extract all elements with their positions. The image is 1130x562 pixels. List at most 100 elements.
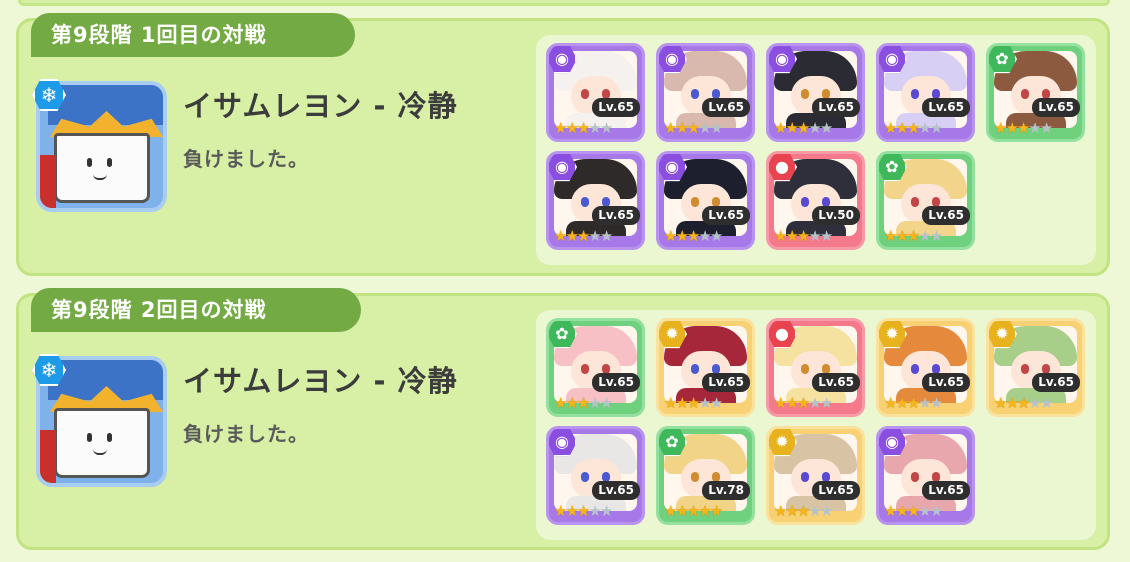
- star-icon: ★: [929, 394, 944, 412]
- unit-card[interactable]: ● Lv.50 ★★★★★: [766, 151, 865, 250]
- star-icon: ★: [895, 502, 909, 520]
- star-icon: ★: [698, 227, 712, 245]
- unit-card[interactable]: ✹ Lv.65 ★★★★★: [986, 318, 1085, 417]
- star-icon: ★: [774, 394, 788, 412]
- star-icon: ★: [698, 502, 712, 520]
- battle-result: 負けました。: [183, 147, 309, 171]
- unit-card[interactable]: ● Lv.65 ★★★★★: [766, 318, 865, 417]
- star-icon: ★: [554, 227, 568, 245]
- star-icon: ★: [906, 227, 921, 245]
- unit-card[interactable]: ✿ Lv.65 ★★★★★: [986, 43, 1085, 142]
- unit-card[interactable]: ✿ Lv.78 ★★★★★: [656, 426, 755, 525]
- star-icon: ★: [796, 502, 811, 520]
- unit-card[interactable]: ✹ Lv.65 ★★★★★: [766, 426, 865, 525]
- unit-card[interactable]: ◉ Lv.65 ★★★★★: [546, 43, 645, 142]
- star-icon: ★: [709, 227, 724, 245]
- star-icon: ★: [576, 394, 591, 412]
- star-icon: ★: [884, 119, 898, 137]
- star-rating: ★★★★★: [774, 227, 834, 245]
- unit-card[interactable]: ✹ Lv.65 ★★★★★: [876, 318, 975, 417]
- star-icon: ★: [808, 227, 822, 245]
- star-icon: ★: [884, 394, 898, 412]
- team-panel: ◉ Lv.65 ★★★★★ ◉ Lv.65 ★★★★★ ◉ Lv.65 ★★★★★ ◉ Lv.65 ★…: [536, 35, 1096, 265]
- star-icon: ★: [808, 119, 822, 137]
- star-icon: ★: [664, 394, 678, 412]
- star-icon: ★: [785, 394, 799, 412]
- star-icon: ★: [1039, 394, 1054, 412]
- unit-level: Lv.65: [812, 481, 860, 500]
- unit-level: Lv.65: [812, 98, 860, 117]
- unit-level: Lv.65: [592, 206, 640, 225]
- star-icon: ★: [599, 394, 614, 412]
- star-rating: ★★★★★: [664, 394, 723, 412]
- unit-card[interactable]: ◉ Lv.65 ★★★★★: [766, 43, 865, 142]
- star-icon: ★: [819, 227, 834, 245]
- star-icon: ★: [785, 119, 799, 137]
- unit-card[interactable]: ✿ Lv.65 ★★★★★: [876, 151, 975, 250]
- unit-level: Lv.65: [922, 98, 970, 117]
- star-icon: ★: [698, 394, 712, 412]
- star-rating: ★★★★★: [884, 502, 943, 520]
- star-icon: ★: [906, 119, 921, 137]
- star-icon: ★: [1028, 394, 1042, 412]
- star-icon: ★: [664, 502, 678, 520]
- star-icon: ★: [884, 227, 898, 245]
- unit-level: Lv.65: [592, 373, 640, 392]
- star-icon: ★: [686, 502, 701, 520]
- unit-card[interactable]: ✹ Lv.65 ★★★★★: [656, 318, 755, 417]
- star-icon: ★: [808, 394, 822, 412]
- unit-card[interactable]: ✿ Lv.65 ★★★★★: [546, 318, 645, 417]
- unit-card[interactable]: ◉ Lv.65 ★★★★★: [876, 426, 975, 525]
- star-icon: ★: [819, 119, 834, 137]
- star-rating: ★★★★★: [664, 502, 723, 520]
- unit-level: Lv.65: [922, 481, 970, 500]
- star-icon: ★: [599, 119, 614, 137]
- star-icon: ★: [819, 502, 834, 520]
- star-icon: ★: [664, 119, 678, 137]
- star-icon: ★: [895, 227, 909, 245]
- star-icon: ★: [599, 502, 614, 520]
- star-icon: ★: [796, 227, 811, 245]
- unit-card[interactable]: ◉ Lv.65 ★★★★★: [656, 43, 755, 142]
- star-icon: ★: [576, 119, 591, 137]
- star-icon: ★: [675, 119, 689, 137]
- star-icon: ★: [698, 119, 712, 137]
- battle-record-1: 第9段階 1回目の対戦 ❄ イサムレヨン - 冷静 負けました。 ◉ Lv.65 ★…: [16, 13, 1110, 276]
- unit-card[interactable]: ◉ Lv.65 ★★★★★: [546, 151, 645, 250]
- star-icon: ★: [565, 227, 579, 245]
- star-icon: ★: [1005, 394, 1019, 412]
- battle-result: 負けました。: [183, 422, 309, 446]
- star-icon: ★: [686, 119, 701, 137]
- unit-card[interactable]: ◉ Lv.65 ★★★★★: [876, 43, 975, 142]
- star-icon: ★: [565, 394, 579, 412]
- star-rating: ★★★★★: [774, 502, 834, 520]
- star-icon: ★: [588, 502, 602, 520]
- star-icon: ★: [918, 119, 932, 137]
- unit-level: Lv.65: [812, 373, 860, 392]
- star-icon: ★: [675, 227, 689, 245]
- previous-card-edge: [18, 0, 1110, 6]
- unit-card[interactable]: ◉ Lv.65 ★★★★★: [546, 426, 645, 525]
- unit-level: Lv.65: [592, 98, 640, 117]
- star-rating: ★★★★★: [884, 227, 944, 245]
- star-rating: ★★★★★: [664, 227, 724, 245]
- star-icon: ★: [929, 227, 944, 245]
- unit-level: Lv.65: [1032, 98, 1080, 117]
- star-icon: ★: [796, 394, 811, 412]
- star-icon: ★: [1016, 394, 1031, 412]
- star-icon: ★: [588, 119, 602, 137]
- star-icon: ★: [686, 394, 701, 412]
- star-icon: ★: [1028, 119, 1042, 137]
- star-icon: ★: [918, 394, 932, 412]
- star-rating: ★★★★★: [774, 119, 834, 137]
- star-icon: ★: [1005, 119, 1019, 137]
- unit-level: Lv.65: [702, 206, 750, 225]
- star-icon: ★: [686, 227, 701, 245]
- unit-card[interactable]: ◉ Lv.65 ★★★★★: [656, 151, 755, 250]
- unit-level: Lv.65: [702, 98, 750, 117]
- boss-name: イサムレヨン - 冷静: [183, 364, 458, 398]
- star-rating: ★★★★★: [664, 119, 723, 137]
- star-rating: ★★★★★: [994, 394, 1054, 412]
- star-icon: ★: [576, 227, 591, 245]
- star-rating: ★★★★★: [774, 394, 833, 412]
